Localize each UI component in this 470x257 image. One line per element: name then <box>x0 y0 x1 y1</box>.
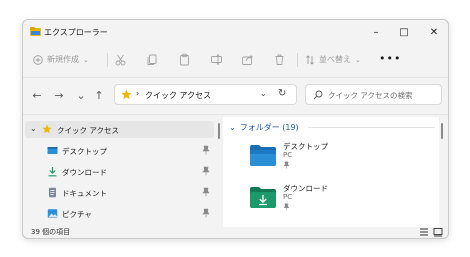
chevron-down-icon: ⌄ <box>355 55 361 64</box>
pin-icon <box>283 203 290 211</box>
sidebar-item-desktop[interactable]: デスクトップ <box>23 142 216 159</box>
explorer-window: エクスプローラー – □ ✕ 新規作成 ⌄ 並べ替え ⌄ ••• ← → ⌄ ↑… <box>22 19 449 239</box>
group-header-folders[interactable]: ⌄ フォルダー (19) <box>229 122 299 133</box>
command-bar: 新規作成 ⌄ 並べ替え ⌄ ••• <box>23 44 448 76</box>
sort-button[interactable]: 並べ替え ⌄ <box>305 54 361 65</box>
download-icon <box>48 167 57 177</box>
sidebar-item-label: クイック アクセス <box>57 126 120 135</box>
sidebar-item-documents[interactable]: ドキュメント <box>23 184 216 201</box>
command-divider <box>297 53 298 67</box>
toolbar-divider <box>23 77 448 78</box>
up-button[interactable]: ↑ <box>90 86 108 104</box>
breadcrumb-quick-access[interactable]: クイック アクセス <box>145 90 211 101</box>
folder-location: PC <box>283 193 293 201</box>
search-icon <box>313 90 323 100</box>
address-dropdown-button[interactable]: ⌄ <box>260 89 267 98</box>
new-plus-icon <box>33 54 43 65</box>
large-icons-view-icon[interactable] <box>433 227 443 237</box>
pin-icon <box>283 161 290 169</box>
sidebar-item-label: ドキュメント <box>62 189 107 198</box>
star-icon <box>42 124 52 134</box>
download-folder-icon <box>250 187 276 208</box>
sidebar-item-downloads[interactable]: ダウンロード <box>23 163 216 180</box>
content-scrollbar[interactable] <box>441 123 443 139</box>
pin-icon[interactable] <box>202 166 210 176</box>
address-row: ← → ⌄ ↑ › クイック アクセス ⌄ ↻ クイック アクセスの検索 <box>23 82 448 108</box>
address-divider <box>23 114 448 115</box>
item-count: 39 個の項目 <box>31 228 71 236</box>
delete-icon[interactable] <box>273 53 286 66</box>
share-icon[interactable] <box>241 53 254 66</box>
breadcrumb-separator: › <box>136 89 140 98</box>
pin-icon[interactable] <box>202 208 210 218</box>
search-box[interactable]: クイック アクセスの検索 <box>305 84 442 105</box>
sidebar-item-label: デスクトップ <box>62 147 107 156</box>
folder-tile-downloads[interactable]: ダウンロード PC <box>249 183 429 219</box>
pin-icon[interactable] <box>202 187 210 197</box>
sidebar-item-pictures[interactable]: ピクチャ <box>23 205 216 222</box>
refresh-button[interactable]: ↻ <box>278 88 286 99</box>
rename-icon[interactable] <box>210 53 223 66</box>
close-button[interactable]: ✕ <box>420 24 448 40</box>
content-pane: ⌄ フォルダー (19) デスクトップ PC ダウンロード PC <box>223 117 439 227</box>
sidebar-item-label: ダウンロード <box>62 168 107 177</box>
navigation-scrollbar[interactable] <box>218 123 220 139</box>
group-header-label: フォルダー (19) <box>239 123 299 132</box>
navigation-pane: ⌄ クイック アクセス デスクトップ ダウンロード ドキュメント ピクチャ <box>23 117 216 227</box>
chevron-down-icon: ⌄ <box>229 123 236 132</box>
star-icon <box>121 89 132 100</box>
copy-icon[interactable] <box>146 53 159 66</box>
title-bar: エクスプローラー – □ ✕ <box>23 20 448 44</box>
sort-label: 並べ替え <box>319 55 351 64</box>
folder-location: PC <box>283 151 293 159</box>
picture-icon <box>47 209 58 218</box>
maximize-button[interactable]: □ <box>390 24 418 40</box>
cut-icon[interactable] <box>114 53 127 66</box>
sort-icon <box>306 54 314 65</box>
status-bar: 39 個の項目 <box>23 227 448 238</box>
command-divider <box>107 53 108 67</box>
chevron-down-icon[interactable]: ⌄ <box>30 124 37 133</box>
forward-button[interactable]: → <box>50 86 68 104</box>
details-view-icon[interactable] <box>419 227 429 237</box>
desktop-icon <box>47 147 58 154</box>
search-placeholder: クイック アクセスの検索 <box>328 91 413 100</box>
file-explorer-icon <box>30 27 41 36</box>
back-button[interactable]: ← <box>28 86 46 104</box>
new-label: 新規作成 <box>47 55 79 64</box>
recent-locations-button[interactable]: ⌄ <box>72 86 90 104</box>
paste-icon[interactable] <box>178 53 191 66</box>
sidebar-item-label: ピクチャ <box>62 210 92 219</box>
address-bar[interactable]: › クイック アクセス ⌄ ↻ <box>114 84 297 105</box>
sidebar-item-quick-access[interactable]: ⌄ クイック アクセス <box>25 121 214 138</box>
window-title: エクスプローラー <box>44 28 108 37</box>
group-divider <box>308 127 435 128</box>
folder-tile-desktop[interactable]: デスクトップ PC <box>249 141 429 177</box>
document-icon <box>49 187 56 198</box>
chevron-down-icon: ⌄ <box>83 55 89 64</box>
minimize-button[interactable]: – <box>362 24 390 40</box>
pin-icon[interactable] <box>202 145 210 155</box>
more-options-button[interactable]: ••• <box>379 52 401 65</box>
desktop-folder-icon <box>250 145 276 166</box>
new-button[interactable]: 新規作成 ⌄ <box>33 54 89 65</box>
